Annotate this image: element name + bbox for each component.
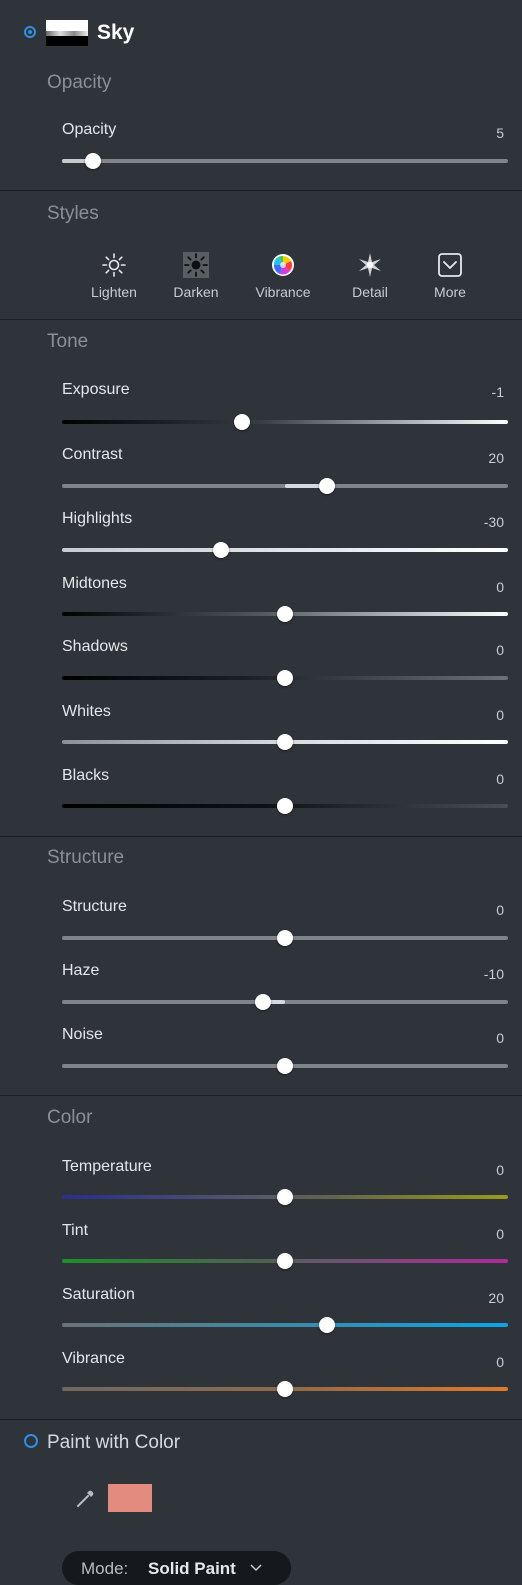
saturation-slider[interactable] bbox=[62, 1317, 508, 1333]
paint-section-title: Paint with Color bbox=[47, 1432, 181, 1453]
slider-label-structure: Structure bbox=[62, 898, 127, 915]
color-wheel-icon bbox=[272, 254, 294, 276]
blacks-slider[interactable] bbox=[62, 798, 508, 814]
slider-label-shadows: Shadows bbox=[62, 638, 128, 655]
layer-active-radio[interactable] bbox=[24, 26, 36, 38]
slider-label-haze: Haze bbox=[62, 962, 100, 979]
slider-label-temperature: Temperature bbox=[62, 1158, 152, 1175]
temperature-slider[interactable] bbox=[62, 1189, 508, 1205]
opacity-slider-knob[interactable] bbox=[85, 153, 101, 169]
slider-label-blacks: Blacks bbox=[62, 767, 110, 784]
style-darken-label: Darken bbox=[173, 284, 219, 300]
noise-slider[interactable] bbox=[62, 1058, 508, 1074]
slider-label-whites: Whites bbox=[62, 703, 111, 720]
style-detail-button[interactable]: Detail bbox=[335, 252, 405, 300]
style-darken-button[interactable]: Darken bbox=[161, 252, 231, 300]
shadows-slider-knob[interactable] bbox=[277, 670, 293, 686]
eyedropper-icon[interactable] bbox=[74, 1488, 96, 1510]
slider-value-temperature: 0 bbox=[496, 1162, 504, 1178]
slider-label-vibrance: Vibrance bbox=[62, 1350, 125, 1367]
slider-value-haze: -10 bbox=[483, 966, 504, 982]
chevron-down-icon bbox=[250, 1564, 262, 1572]
whites-slider-knob[interactable] bbox=[277, 734, 293, 750]
slider-value-highlights: -30 bbox=[483, 514, 504, 530]
section-title-color: Color bbox=[47, 1107, 93, 1128]
tint-slider-knob[interactable] bbox=[277, 1253, 293, 1269]
haze-slider[interactable] bbox=[62, 994, 508, 1010]
highlights-slider-knob[interactable] bbox=[213, 542, 229, 558]
slider-value-structure: 0 bbox=[496, 902, 504, 918]
paint-with-color-radio[interactable] bbox=[24, 1434, 38, 1448]
paint-color-swatch[interactable] bbox=[108, 1484, 152, 1512]
slider-value-saturation: 20 bbox=[488, 1290, 504, 1306]
slider-value-shadows: 0 bbox=[496, 642, 504, 658]
saturation-slider-knob[interactable] bbox=[319, 1317, 335, 1333]
whites-slider[interactable] bbox=[62, 734, 508, 750]
blacks-slider-knob[interactable] bbox=[277, 798, 293, 814]
section-title-structure: Structure bbox=[47, 847, 125, 868]
slider-value-whites: 0 bbox=[496, 707, 504, 723]
slider-value-tint: 0 bbox=[496, 1226, 504, 1242]
structure-slider[interactable] bbox=[62, 930, 508, 946]
slider-label-highlights: Highlights bbox=[62, 510, 133, 527]
style-more-label: More bbox=[434, 284, 466, 300]
slider-label-saturation: Saturation bbox=[62, 1286, 135, 1303]
sun-outline-icon bbox=[102, 253, 126, 277]
style-detail-label: Detail bbox=[352, 284, 388, 300]
slider-label-noise: Noise bbox=[62, 1026, 103, 1043]
mode-label: Mode: bbox=[81, 1559, 129, 1578]
layer-mask-thumbnail[interactable] bbox=[46, 20, 88, 46]
temperature-slider-knob[interactable] bbox=[277, 1189, 293, 1205]
sun-dark-icon bbox=[183, 252, 209, 278]
slider-value-blacks: 0 bbox=[496, 771, 504, 787]
exposure-slider[interactable] bbox=[62, 414, 508, 430]
slider-value-vibrance: 0 bbox=[496, 1354, 504, 1370]
vibrance-slider[interactable] bbox=[62, 1381, 508, 1397]
slider-label-tint: Tint bbox=[62, 1222, 89, 1239]
slider-label-midtones: Midtones bbox=[62, 575, 127, 592]
style-vibrance-button[interactable]: Vibrance bbox=[248, 252, 318, 300]
vibrance-slider-knob[interactable] bbox=[277, 1381, 293, 1397]
slider-label-contrast: Contrast bbox=[62, 446, 123, 463]
layer-title: Sky bbox=[97, 21, 135, 44]
slider-value-midtones: 0 bbox=[496, 579, 504, 595]
contrast-slider-knob[interactable] bbox=[319, 478, 335, 494]
slider-value-opacity: 5 bbox=[496, 125, 504, 141]
chevron-box-icon bbox=[438, 253, 462, 277]
slider-label-opacity: Opacity bbox=[62, 121, 117, 138]
midtones-slider-knob[interactable] bbox=[277, 606, 293, 622]
opacity-slider[interactable] bbox=[62, 153, 508, 169]
contrast-slider[interactable] bbox=[62, 478, 508, 494]
tint-slider[interactable] bbox=[62, 1253, 508, 1269]
mode-dropdown[interactable]: Mode: Solid Paint bbox=[62, 1551, 291, 1585]
section-title-opacity: Opacity bbox=[47, 72, 112, 93]
exposure-slider-knob[interactable] bbox=[234, 414, 250, 430]
slider-label-exposure: Exposure bbox=[62, 381, 130, 398]
section-title-tone: Tone bbox=[47, 331, 89, 352]
midtones-slider[interactable] bbox=[62, 606, 508, 622]
highlights-slider[interactable] bbox=[62, 542, 508, 558]
style-more-button[interactable]: More bbox=[415, 252, 485, 300]
slider-value-noise: 0 bbox=[496, 1030, 504, 1046]
style-lighten-label: Lighten bbox=[91, 284, 137, 300]
style-lighten-button[interactable]: Lighten bbox=[79, 252, 149, 300]
section-title-styles: Styles bbox=[47, 203, 99, 224]
haze-slider-knob[interactable] bbox=[255, 994, 271, 1010]
noise-slider-knob[interactable] bbox=[277, 1058, 293, 1074]
mode-value: Solid Paint bbox=[148, 1559, 236, 1578]
shadows-slider[interactable] bbox=[62, 670, 508, 686]
slider-value-exposure: -1 bbox=[491, 384, 504, 400]
sparkle-icon bbox=[359, 253, 381, 277]
style-vibrance-label: Vibrance bbox=[255, 284, 311, 300]
slider-value-contrast: 20 bbox=[488, 450, 504, 466]
structure-slider-knob[interactable] bbox=[277, 930, 293, 946]
